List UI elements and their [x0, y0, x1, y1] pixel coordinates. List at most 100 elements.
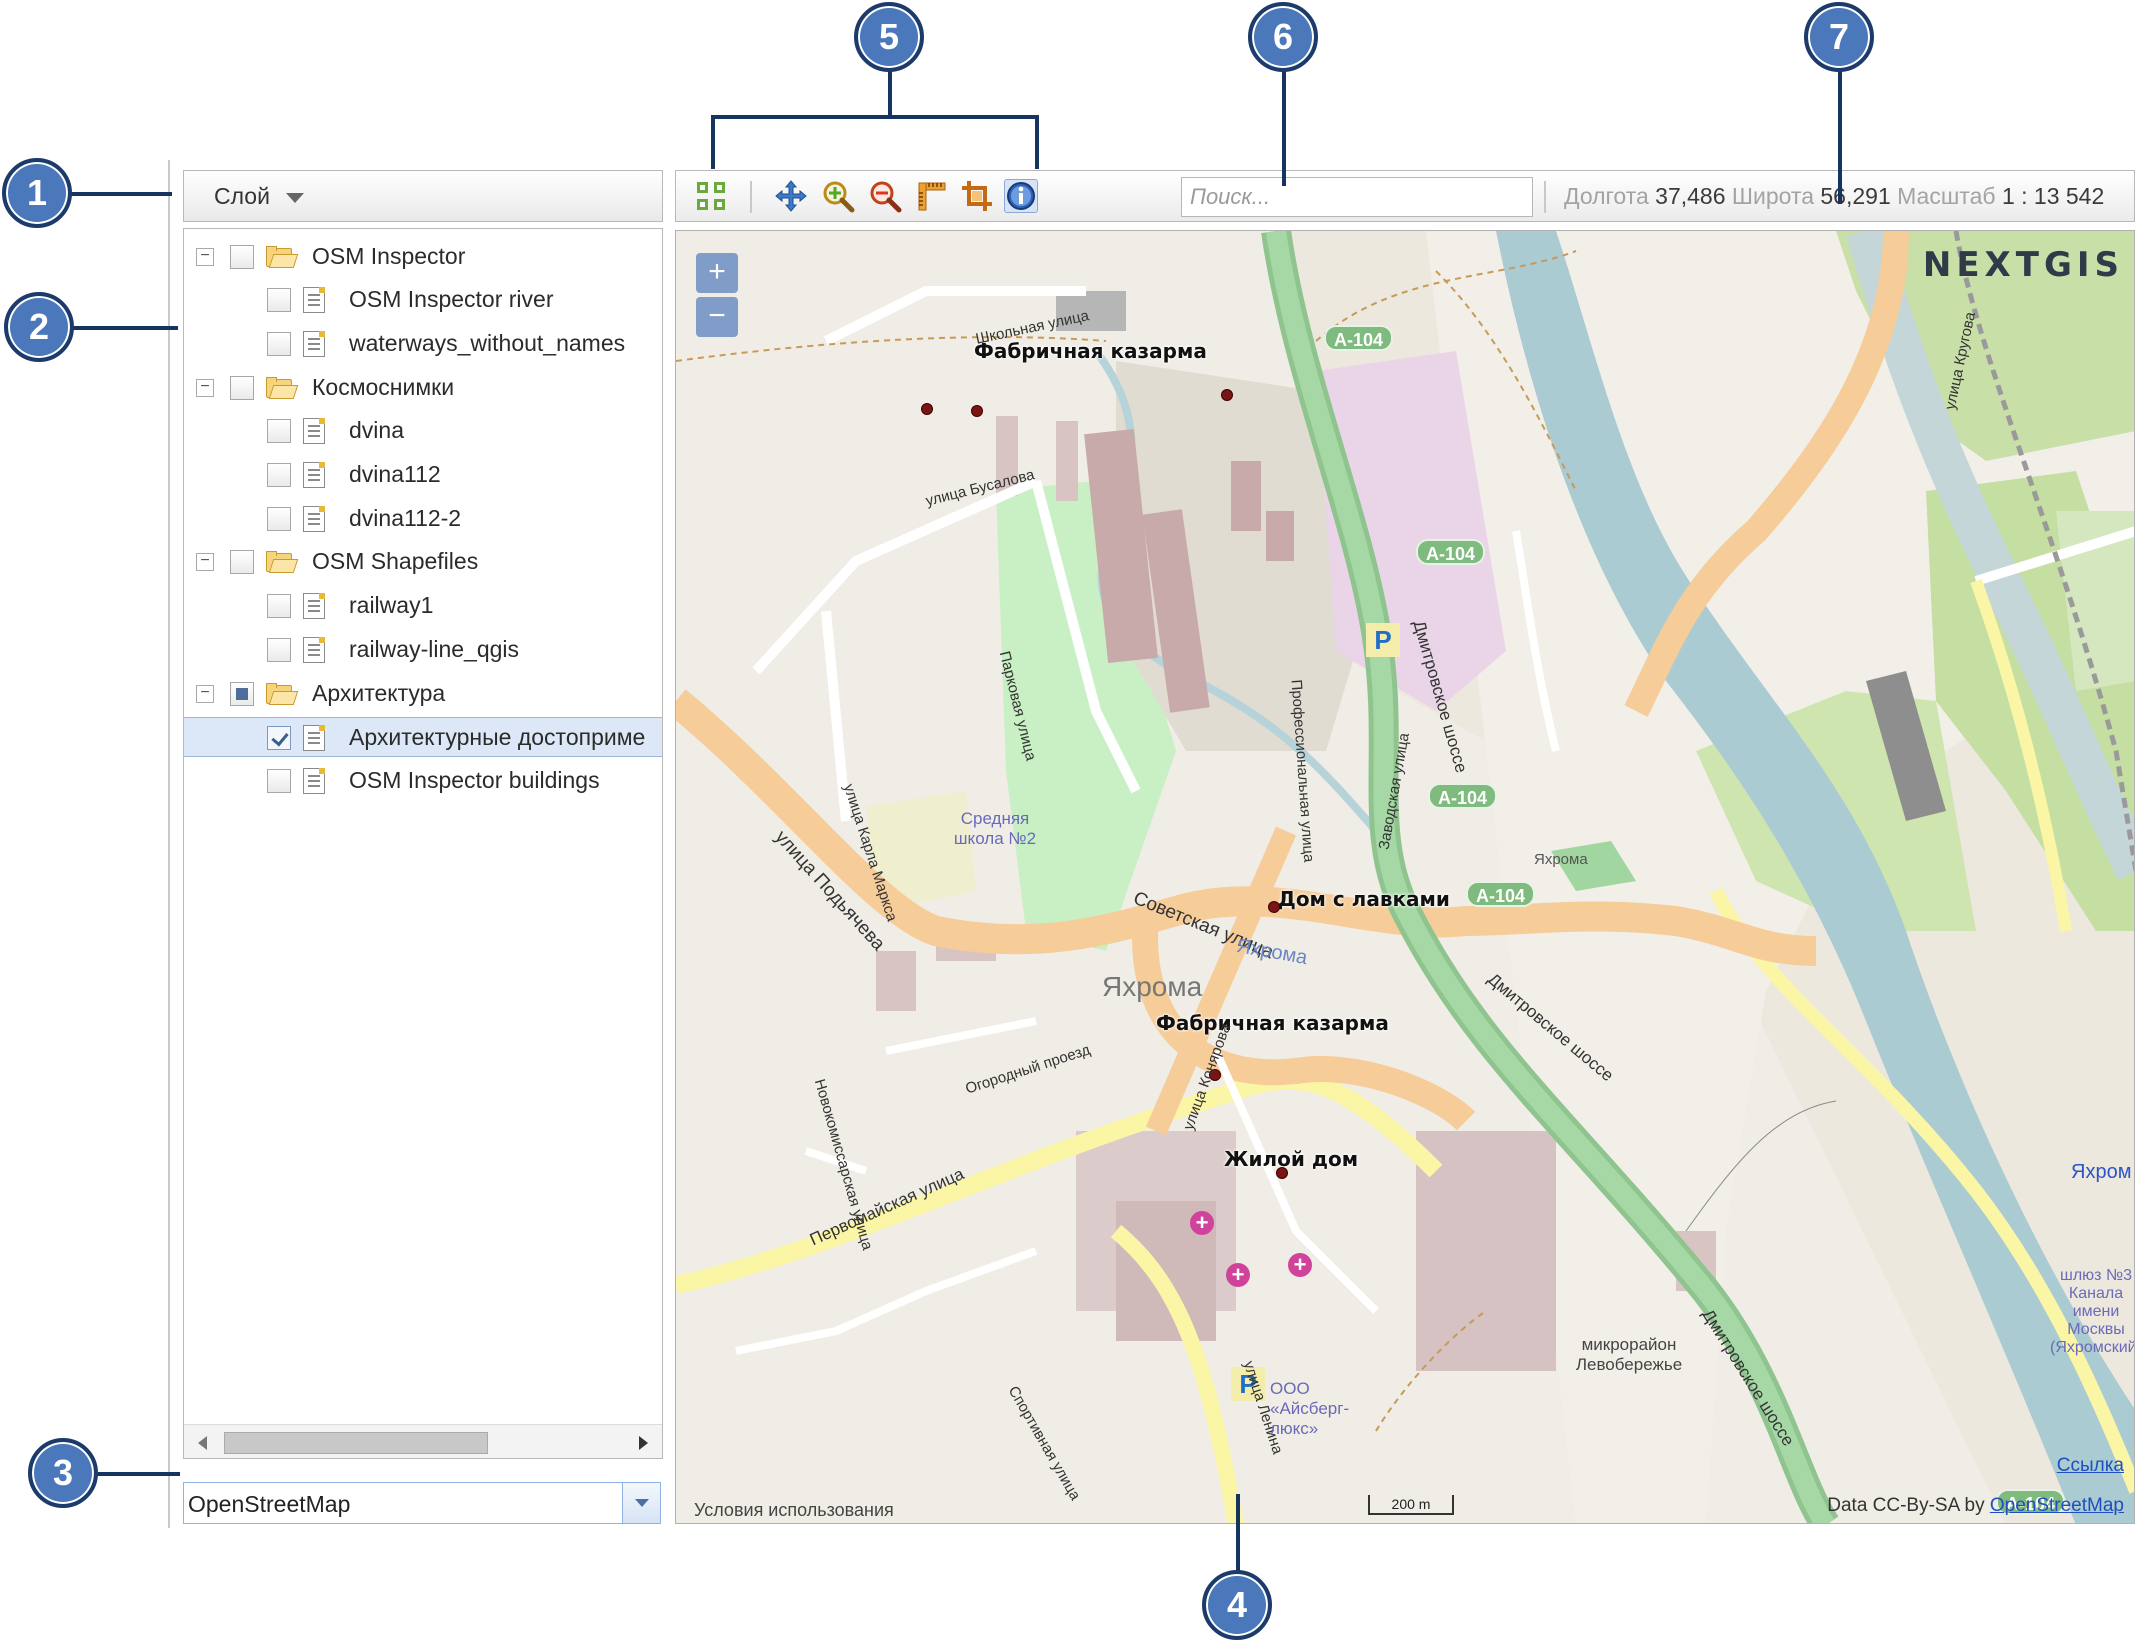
layer-checkbox[interactable] [267, 419, 291, 443]
layer-document-icon [303, 506, 325, 532]
scroll-right-icon[interactable] [639, 1436, 648, 1450]
collapse-icon[interactable]: − [196, 379, 214, 397]
reference-link[interactable]: Ссылка [2057, 1455, 2124, 1477]
measure-icon[interactable] [915, 179, 949, 213]
basemap-selected-value: OpenStreetMap [188, 1491, 351, 1517]
layer-menu-button[interactable]: Слой [183, 170, 663, 222]
horizontal-scrollbar[interactable] [184, 1424, 662, 1458]
zoom-out-icon[interactable] [868, 179, 902, 213]
tree-item-label: OSM Shapefiles [312, 548, 479, 574]
collapse-icon[interactable]: − [196, 248, 214, 266]
terms-of-use-link[interactable]: Условия использования [694, 1500, 894, 1521]
tree-layer[interactable]: dvina112 [184, 455, 662, 495]
tree-item-label: waterways_without_names [349, 330, 626, 356]
pharmacy-icon: + [1190, 1211, 1214, 1235]
identify-icon[interactable] [1004, 179, 1038, 213]
tree-layer[interactable]: OSM Inspector buildings [184, 761, 662, 801]
poi-marker[interactable] [1221, 389, 1233, 401]
layer-checkbox[interactable] [230, 245, 254, 269]
collapse-icon[interactable]: − [196, 685, 214, 703]
area-label: шлюз №3 Канала имени Москвы (Яхромский) [2050, 1267, 2135, 1356]
tree-group[interactable]: − OSM Shapefiles [184, 542, 662, 582]
scroll-left-icon[interactable] [198, 1436, 207, 1450]
tree-group[interactable]: − Архитектура [184, 674, 662, 714]
scale-value: 1 : 13 542 [2001, 183, 2105, 209]
panel-guide-line [168, 160, 170, 1528]
layer-checkbox[interactable] [267, 332, 291, 356]
tree-item-label: railway1 [349, 592, 434, 618]
layer-document-icon [303, 593, 325, 619]
poi-marker[interactable] [971, 405, 983, 417]
layer-checkbox[interactable] [267, 507, 291, 531]
latitude-value: 56,291 [1820, 183, 1891, 209]
callout-connector [70, 326, 178, 330]
road-shield: А-104 [1428, 783, 1498, 809]
callout-badge: 1 [2, 158, 72, 228]
basemap-select[interactable]: OpenStreetMap [183, 1482, 661, 1524]
zoom-in-icon[interactable] [821, 179, 855, 213]
folder-icon [266, 246, 299, 268]
tree-layer[interactable]: dvina [184, 411, 662, 451]
callout-connector [711, 115, 715, 169]
tree-item-label: railway-line_qgis [349, 636, 520, 662]
layer-checkbox[interactable] [267, 769, 291, 793]
area-label: Яхром [2071, 1161, 2132, 1183]
scale-bar: 200 m [1368, 1495, 1454, 1515]
layer-checkbox[interactable] [267, 638, 291, 662]
callout-badge: 3 [28, 1438, 98, 1508]
collapse-icon[interactable]: − [196, 553, 214, 571]
pan-icon[interactable] [774, 179, 808, 213]
osm-attribution-link[interactable]: OpenStreetMap [1990, 1495, 2124, 1516]
dropdown-arrow-icon[interactable] [622, 1483, 660, 1523]
layer-checkbox[interactable] [230, 550, 254, 574]
tree-group[interactable]: − OSM Inspector [184, 237, 662, 277]
tree-item-label: Архитектурные достоприме [349, 724, 646, 750]
nextgis-logo: NEXTGIS [1922, 245, 2124, 285]
extent-icon[interactable] [694, 179, 728, 213]
layer-document-icon [303, 725, 325, 751]
poi-label: Фабричная казарма [1156, 1011, 1389, 1035]
poi-label: Дом с лавками [1278, 887, 1450, 911]
tree-layer[interactable]: railway-line_qgis [184, 630, 662, 670]
layer-checkbox[interactable] [267, 463, 291, 487]
map-toolbar: Долгота 37,486 Широта 56,291 Масштаб 1 :… [675, 170, 2135, 222]
poi-marker[interactable] [1276, 1167, 1288, 1179]
map-canvas[interactable]: Фабричная казарма Дом с лавками Фабрична… [675, 230, 2135, 1524]
tree-layer[interactable]: Архитектурные достоприме [184, 717, 662, 757]
search-input[interactable] [1181, 177, 1533, 217]
poi-marker[interactable] [1268, 901, 1280, 913]
layer-checkbox[interactable] [267, 288, 291, 312]
crop-icon[interactable] [960, 179, 994, 213]
callout-badge: 2 [4, 292, 74, 362]
callout-connector [1282, 70, 1286, 186]
callout-connector [70, 192, 172, 196]
tree-layer[interactable]: waterways_without_names [184, 324, 662, 364]
layer-checkbox[interactable] [267, 594, 291, 618]
tree-group[interactable]: − Космоснимки [184, 368, 662, 408]
layer-checkbox[interactable] [267, 726, 291, 750]
layer-checkbox[interactable] [230, 682, 254, 706]
layer-document-icon [303, 768, 325, 794]
callout-badge: 4 [1202, 1570, 1272, 1640]
pharmacy-icon: + [1226, 1263, 1250, 1287]
place-label: Яхрома [1102, 971, 1203, 1002]
callout-badge: 7 [1804, 2, 1874, 72]
tree-layer[interactable]: railway1 [184, 586, 662, 626]
longitude-value: 37,486 [1655, 183, 1726, 209]
callout-connector [1035, 115, 1039, 169]
tree-layer[interactable]: OSM Inspector river [184, 280, 662, 320]
layer-checkbox[interactable] [230, 376, 254, 400]
toolbar-separator [750, 181, 752, 213]
toolbar-separator [1544, 181, 1546, 213]
poi-marker[interactable] [921, 403, 933, 415]
pharmacy-icon: + [1288, 1253, 1312, 1277]
poi-label: Фабричная казарма [974, 339, 1207, 363]
layer-document-icon [303, 287, 325, 313]
coordinates-readout: Долгота 37,486 Широта 56,291 Масштаб 1 :… [1564, 183, 2104, 210]
area-label: Яхрома [1534, 851, 1588, 868]
zoom-out-button[interactable]: − [696, 297, 738, 337]
zoom-in-button[interactable]: + [696, 253, 738, 293]
tree-layer[interactable]: dvina112-2 [184, 499, 662, 539]
tree-item-label: OSM Inspector river [349, 286, 554, 312]
scrollbar-thumb[interactable] [224, 1432, 488, 1454]
